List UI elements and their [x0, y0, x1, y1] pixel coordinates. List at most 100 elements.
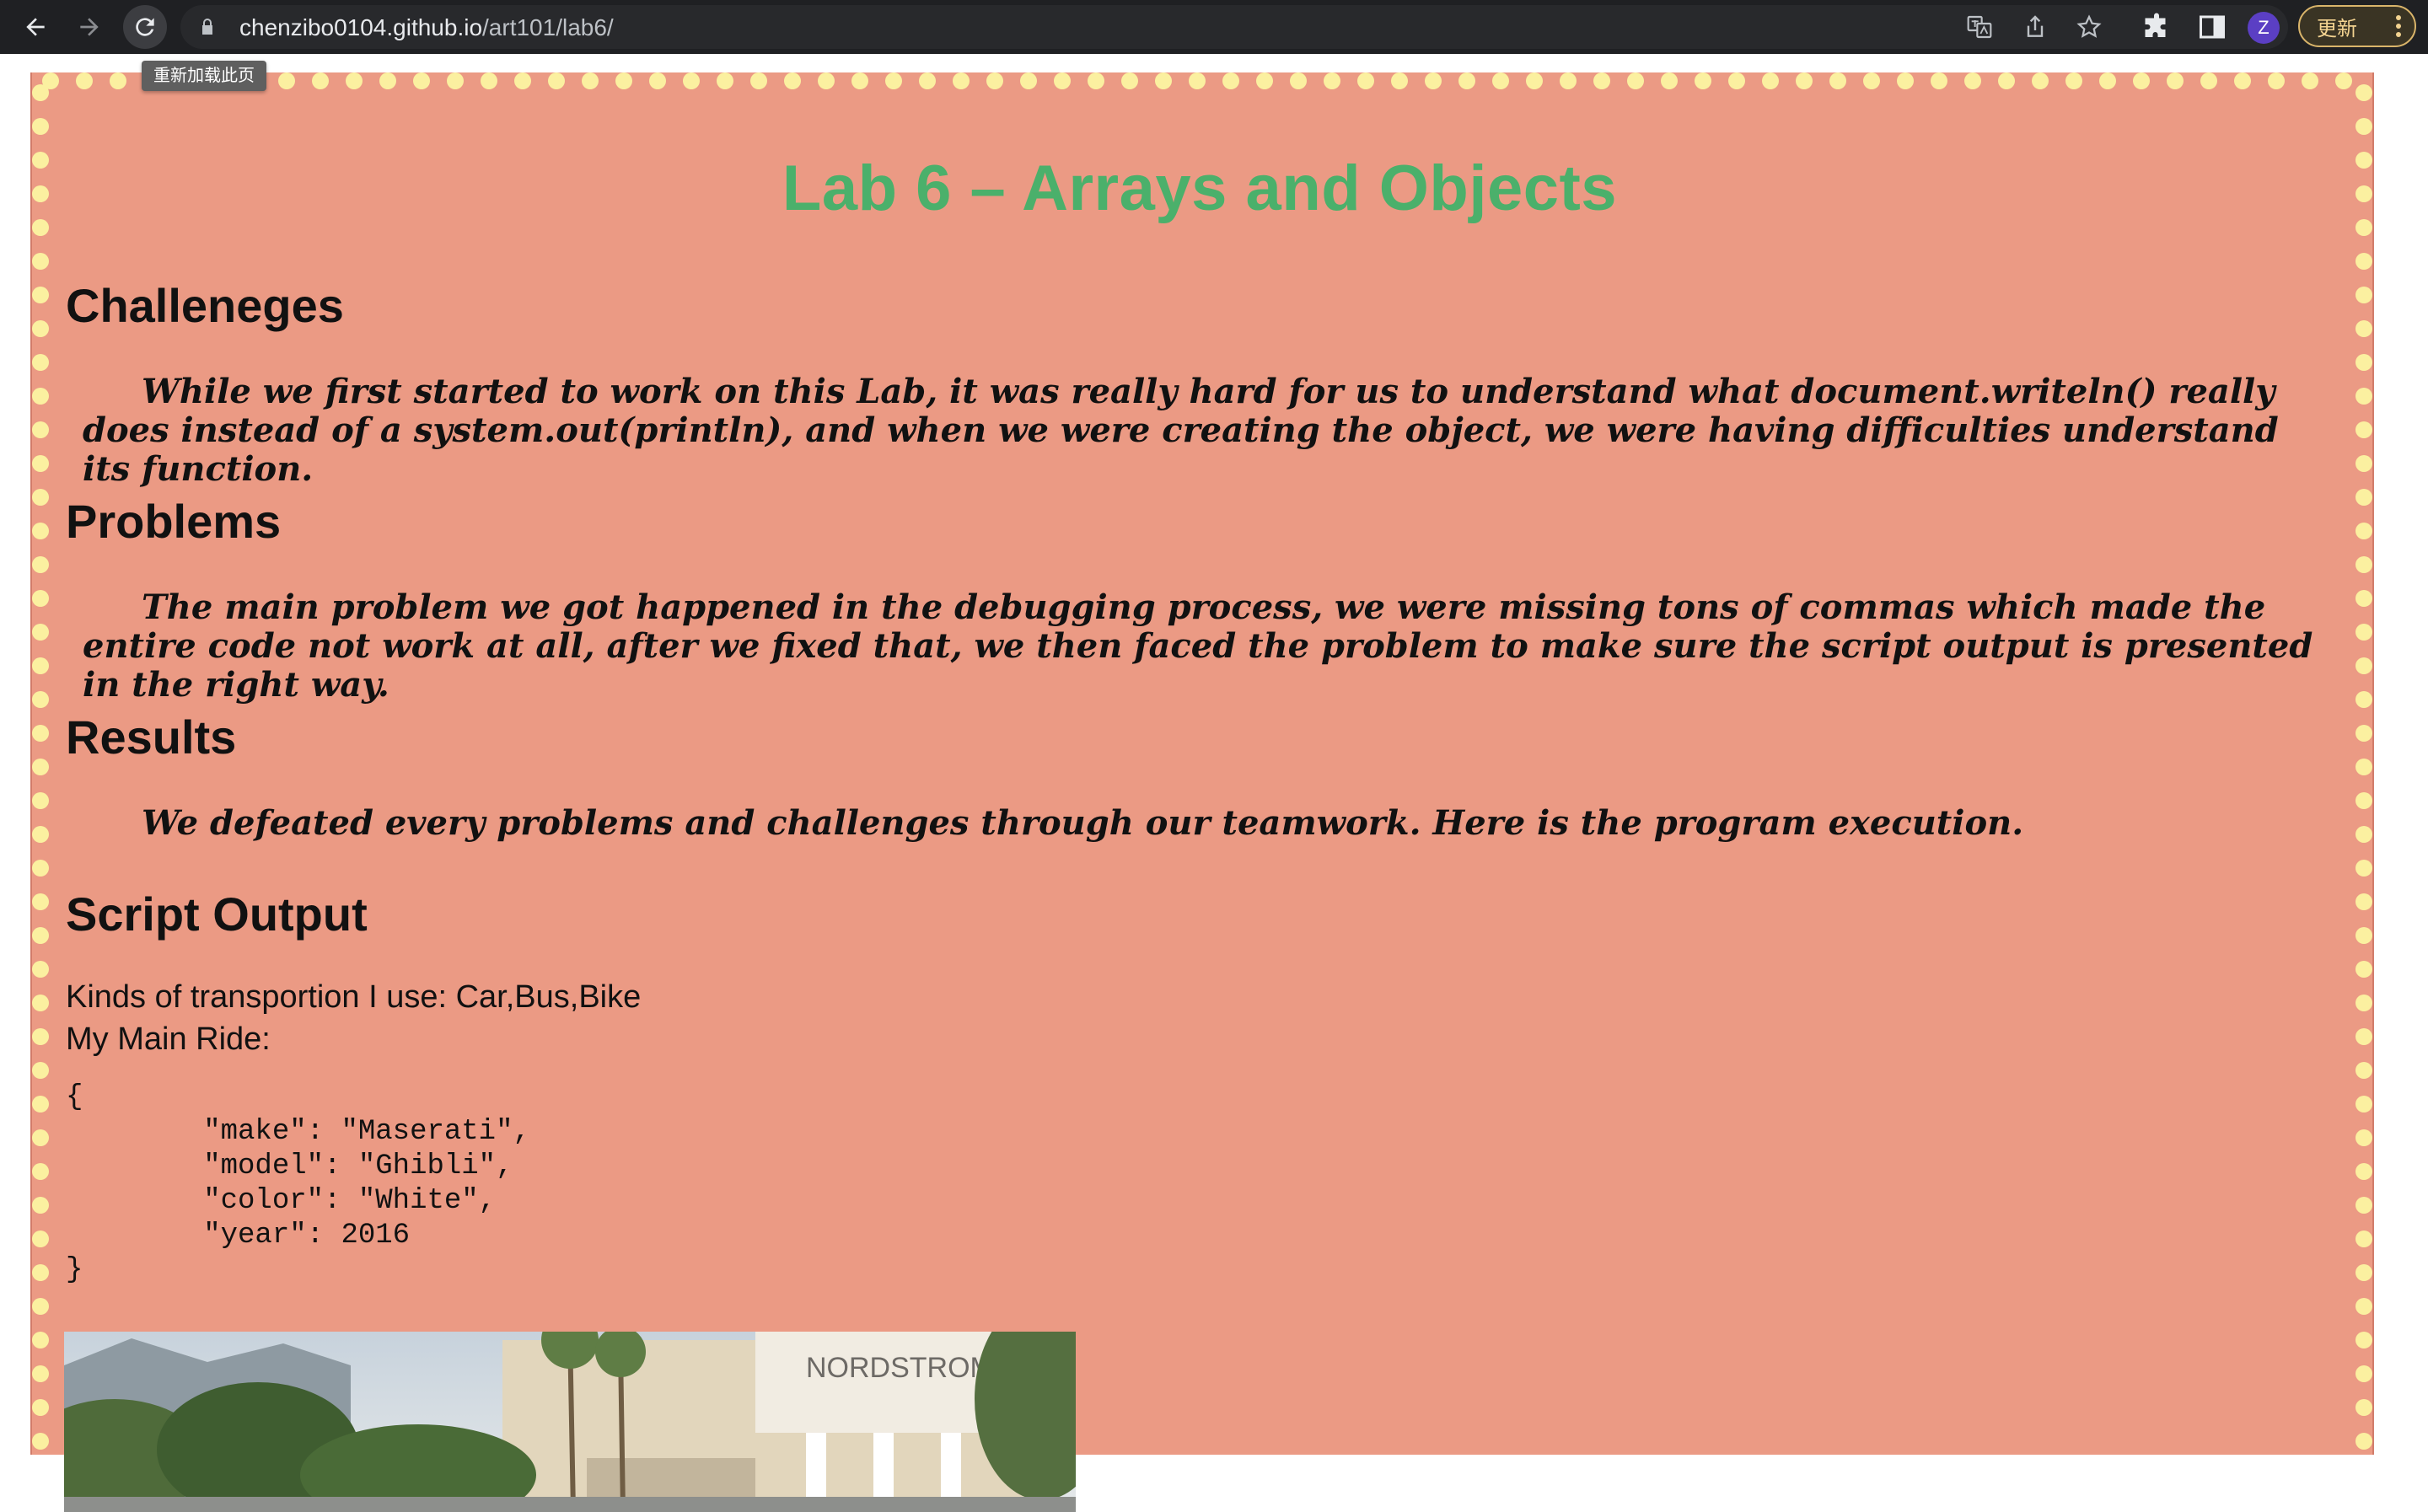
border-dot	[2355, 118, 2372, 135]
border-dot	[32, 624, 49, 641]
border-dot	[1661, 72, 1678, 89]
border-dot	[2355, 995, 2372, 1011]
border-dot	[548, 72, 565, 89]
translate-icon[interactable]	[1966, 13, 1993, 40]
border-dot	[2032, 72, 2049, 89]
border-dot	[1458, 72, 1475, 89]
border-dot	[2355, 1433, 2372, 1450]
page-content: Lab 6 – Arrays and Objects Challeneges W…	[30, 72, 2374, 1512]
bookmark-star-icon[interactable]	[2076, 13, 2103, 40]
border-dot	[32, 489, 49, 506]
border-dot	[32, 961, 49, 978]
section-heading-script-output: Script Output	[66, 887, 368, 941]
border-dot	[1155, 72, 1172, 89]
border-dot	[2355, 1163, 2372, 1180]
arrow-left-icon	[26, 18, 45, 36]
border-dot	[919, 72, 936, 89]
border-dot	[784, 72, 801, 89]
border-dot	[717, 72, 733, 89]
border-dot	[582, 72, 599, 89]
border-dot	[2355, 1096, 2372, 1113]
border-dot	[818, 72, 835, 89]
border-dot	[32, 253, 49, 270]
section-text-challenges: While we first started to work on this L…	[83, 372, 2279, 489]
transport-line: Kinds of transportion I use: Car,Bus,Bik…	[66, 979, 642, 1015]
reload-icon	[136, 18, 154, 36]
border-dot	[32, 995, 49, 1011]
border-dot	[986, 72, 1003, 89]
border-dot	[2355, 927, 2372, 944]
border-dot	[1627, 72, 1644, 89]
border-dot	[1897, 72, 1914, 89]
border-dot	[312, 72, 329, 89]
border-dot	[2099, 72, 2116, 89]
border-dot	[2355, 253, 2372, 270]
border-dot	[32, 1264, 49, 1281]
border-dot	[1829, 72, 1846, 89]
reload-button[interactable]	[123, 5, 167, 49]
section-heading-problems: Problems	[66, 495, 282, 548]
border-dot	[32, 759, 49, 775]
border-dot	[32, 421, 49, 438]
border-dot	[953, 72, 970, 89]
border-dot	[2355, 1332, 2372, 1348]
side-panel-icon[interactable]	[2197, 12, 2227, 42]
share-icon[interactable]	[2022, 13, 2049, 40]
border-dot	[32, 792, 49, 809]
border-dot	[514, 72, 531, 89]
border-dot	[32, 691, 49, 708]
border-dot	[2355, 691, 2372, 708]
update-button[interactable]: 更新	[2298, 5, 2416, 47]
forward-button[interactable]	[67, 5, 111, 49]
address-bar[interactable]: chenzibo0104.github.io/art101/lab6/	[180, 5, 2288, 49]
extensions-icon[interactable]	[2141, 12, 2172, 42]
store-sign: NORDSTROM	[806, 1352, 994, 1384]
border-dot	[2355, 523, 2372, 539]
border-dot	[32, 657, 49, 674]
border-dot	[851, 72, 868, 89]
border-dot	[110, 72, 126, 89]
border-dot	[413, 72, 430, 89]
car-photo: NORDSTROM	[64, 1332, 1076, 1512]
border-dot	[2200, 72, 2217, 89]
border-dot	[2355, 388, 2372, 405]
border-dot	[1222, 72, 1239, 89]
border-dot	[2355, 421, 2372, 438]
border-dot	[750, 72, 767, 89]
border-dot	[1964, 72, 1981, 89]
border-dot	[32, 1399, 49, 1416]
back-button[interactable]	[13, 5, 57, 49]
border-dot	[32, 118, 49, 135]
dotted-border-left	[32, 84, 49, 1450]
border-dot	[346, 72, 363, 89]
border-dot	[1357, 72, 1374, 89]
more-vert-icon	[2396, 15, 2401, 37]
border-dot	[885, 72, 902, 89]
page-title: Lab 6 – Arrays and Objects	[782, 153, 1618, 224]
border-dot	[2355, 725, 2372, 742]
border-dot	[278, 72, 295, 89]
border-dot	[2355, 1365, 2372, 1382]
reload-tooltip: 重新加载此页	[142, 61, 266, 91]
border-dot	[2133, 72, 2150, 89]
border-dot	[2355, 455, 2372, 472]
profile-avatar[interactable]: Z	[2248, 12, 2280, 44]
border-dot	[1998, 72, 2015, 89]
border-dot	[32, 1028, 49, 1045]
border-dot	[32, 1163, 49, 1180]
url-text[interactable]: chenzibo0104.github.io/art101/lab6/	[239, 14, 614, 41]
border-dot	[2065, 72, 2082, 89]
border-dot	[32, 1365, 49, 1382]
lock-icon	[202, 19, 212, 35]
border-dot	[2355, 1399, 2372, 1416]
border-dot	[649, 72, 666, 89]
border-dot	[32, 826, 49, 843]
section-text-results: We defeated every problems and challenge…	[142, 803, 2024, 843]
border-dot	[32, 725, 49, 742]
border-dot	[32, 455, 49, 472]
border-dot	[2355, 826, 2372, 843]
border-dot	[1020, 72, 1037, 89]
border-dot	[1425, 72, 1442, 89]
border-dot	[2234, 72, 2251, 89]
section-text-problems: The main problem we got happened in the …	[83, 587, 2313, 705]
